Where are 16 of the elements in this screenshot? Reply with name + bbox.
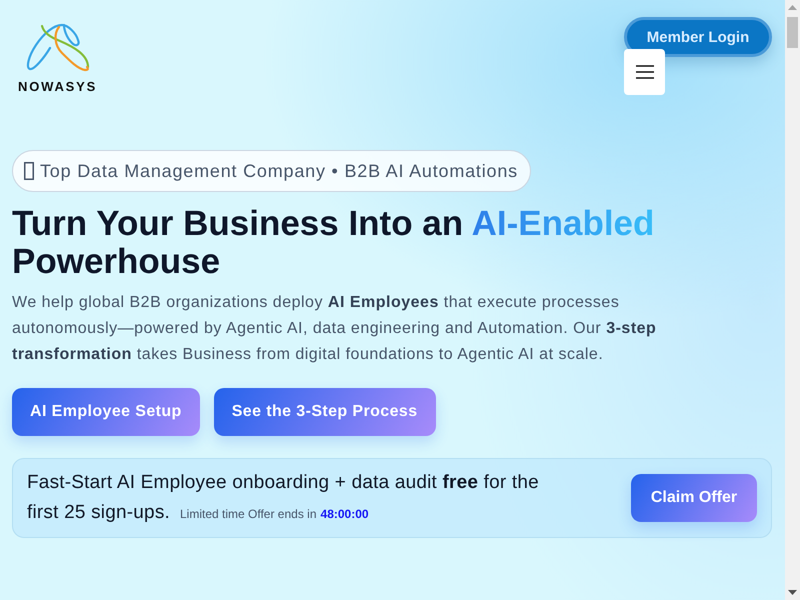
menu-icon[interactable] — [636, 65, 654, 79]
offer-text: Fast-Start AI Employee onboarding + data audit free for the first 25 sign-ups. Limited time Offer ends in 48:00:00 — [27, 470, 540, 524]
scroll-down-arrow-icon[interactable] — [788, 590, 797, 595]
scrollbar[interactable] — [785, 0, 800, 600]
hero-heading: Turn Your Business Into an AI-Enabled Powerhouse — [12, 205, 654, 281]
cta-button[interactable]: AI Employee Setup — [12, 388, 200, 436]
claim-offer-button[interactable]: Claim Offer — [631, 474, 757, 522]
member-login-button[interactable]: Member Login — [624, 17, 772, 57]
hero-description: We help global B2B organizations deploy AI Employees that execute processes autonomously—powered by Agentic AI, data engineering and Automation. Our 3-step transformation takes Business from digital foundations to Agentic AI at scale. — [12, 293, 658, 365]
menu-button[interactable] — [624, 49, 665, 95]
scrollbar-thumb[interactable] — [787, 17, 798, 48]
missing-glyph-icon — [24, 162, 34, 180]
logo-wordmark: NOWASYS — [18, 79, 98, 94]
cta-button[interactable]: See the 3-Step Process — [214, 388, 436, 436]
loops-logo-icon — [26, 23, 90, 73]
tagline-text: Top Data Management Company • B2B AI Automations — [40, 160, 518, 182]
